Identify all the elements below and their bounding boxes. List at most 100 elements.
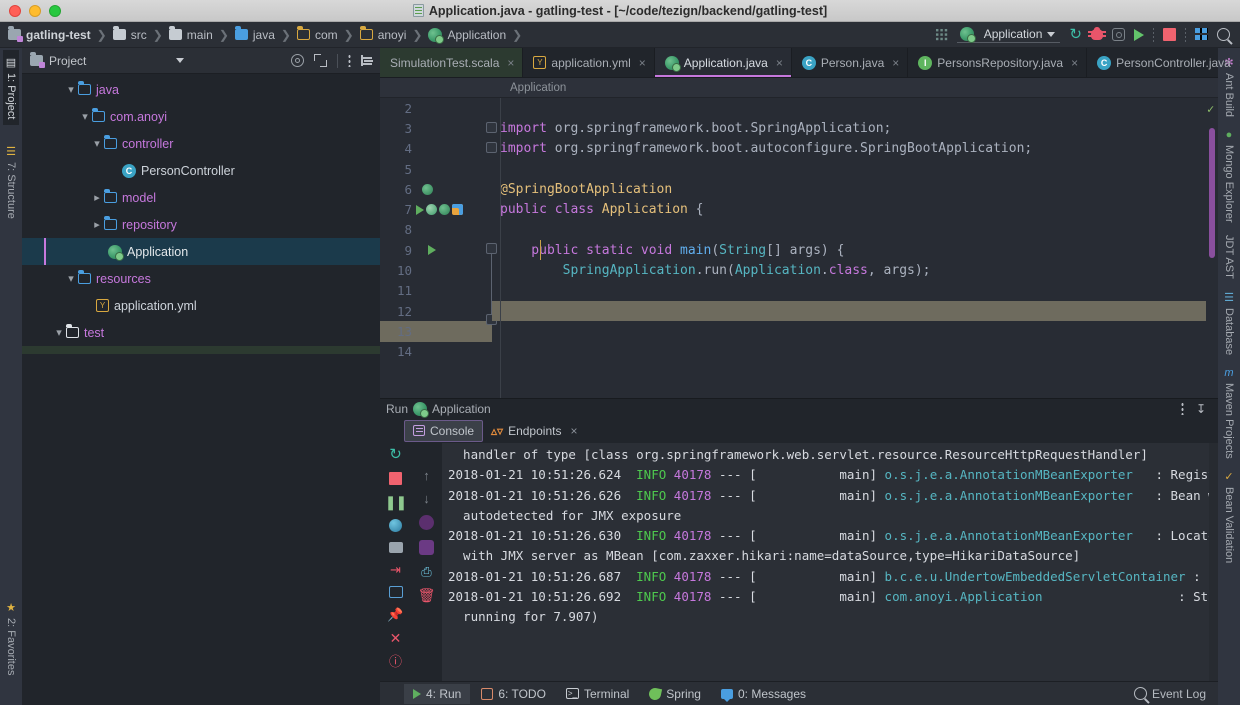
tree-item-test[interactable]: ▾ test: [22, 319, 380, 346]
sidebar-item-bean-validation[interactable]: ✓ Bean Validation: [1221, 464, 1237, 569]
tree-item-com-anoyi[interactable]: ▾ com.anoyi: [22, 103, 380, 130]
sidebar-item-project[interactable]: ▤ 1: Project: [3, 50, 19, 125]
chevron-down-icon[interactable]: ▾: [64, 272, 78, 285]
close-window-button[interactable]: [9, 5, 21, 17]
close-icon[interactable]: ×: [892, 56, 899, 70]
layout-settings-icon[interactable]: [389, 586, 403, 598]
run-gutter-icon[interactable]: [428, 245, 436, 255]
breadcrumb-application[interactable]: Application ❯: [428, 28, 528, 42]
breadcrumb-src[interactable]: src ❯: [113, 28, 169, 42]
scroll-from-source-icon[interactable]: [291, 54, 304, 67]
search-icon[interactable]: [1217, 28, 1230, 41]
sidebar-item-structure[interactable]: ☰ 7: Structure: [3, 139, 19, 225]
chevron-down-icon[interactable]: ▾: [78, 110, 92, 123]
breadcrumb-java[interactable]: java ❯: [235, 28, 297, 42]
breadcrumb-gatling-test[interactable]: gatling-test ❯: [8, 28, 113, 42]
print-icon[interactable]: ⎙: [421, 565, 431, 578]
breadcrumb-anoyi[interactable]: anoyi ❯: [360, 28, 429, 42]
bean-dependency-gutter-icon[interactable]: [452, 204, 463, 215]
tab-spring[interactable]: Spring: [640, 684, 710, 704]
close-icon[interactable]: ×: [507, 56, 514, 70]
console-output[interactable]: handler of type [class org.springframewo…: [442, 443, 1218, 681]
tab-application-java[interactable]: Application.java ×: [655, 48, 792, 77]
chevron-down-icon[interactable]: ▾: [90, 137, 104, 150]
stop-icon[interactable]: [1163, 28, 1176, 41]
tree-item-person-controller[interactable]: ▾ C PersonController: [22, 157, 380, 184]
sidebar-item-database[interactable]: ☰ Database: [1221, 285, 1237, 361]
maximize-window-button[interactable]: [49, 5, 61, 17]
pin-icon[interactable]: 📌: [387, 608, 403, 621]
scroll-down-icon[interactable]: ↓: [423, 492, 430, 505]
tree-item-repository[interactable]: ▸ repository: [22, 211, 380, 238]
debug-icon[interactable]: [1091, 29, 1103, 40]
tab-simulationtest-scala[interactable]: SimulationTest.scala ×: [380, 48, 523, 77]
run-configuration-selector[interactable]: Application: [957, 26, 1061, 43]
code-editor[interactable]: 2 3 4 5 6 7 8 9 10 11 12 13 14: [380, 98, 1218, 398]
tree-item-model[interactable]: ▸ model: [22, 184, 380, 211]
minimize-window-button[interactable]: [29, 5, 41, 17]
breadcrumb-main[interactable]: main ❯: [169, 28, 235, 42]
tab-terminal[interactable]: >_ Terminal: [557, 684, 638, 704]
tab-personsrepository-java[interactable]: I PersonsRepository.java ×: [908, 48, 1087, 77]
window-controls[interactable]: [0, 5, 61, 17]
tab-personcontroller-java[interactable]: C PersonController.java ×: [1087, 48, 1240, 77]
sidebar-item-jdt-ast[interactable]: JDT AST: [1221, 229, 1237, 285]
options-menu-icon[interactable]: [348, 54, 351, 67]
chevron-down-icon[interactable]: ▾: [64, 83, 78, 96]
help-icon[interactable]: ⓘ: [389, 655, 402, 668]
tab-messages[interactable]: 0: Messages: [712, 684, 815, 704]
sidebar-item-maven-projects[interactable]: m Maven Projects: [1221, 361, 1237, 465]
tree-item-application-yml[interactable]: ▾ Y application.yml: [22, 292, 380, 319]
editor-scrollbar[interactable]: ✓: [1206, 98, 1218, 398]
soft-wrap-icon[interactable]: [419, 515, 434, 530]
sidebar-item-favorites[interactable]: ★ 2: Favorites: [3, 595, 19, 681]
close-icon[interactable]: ×: [1071, 56, 1078, 70]
chevron-right-icon[interactable]: ▸: [90, 191, 104, 204]
hide-panel-icon[interactable]: [361, 55, 374, 66]
project-tree[interactable]: ▾ java ▾ com.anoyi ▾ controller: [22, 74, 380, 705]
tab-endpoints[interactable]: ▵▿ Endpoints ×: [483, 421, 585, 441]
collapse-all-icon[interactable]: [314, 54, 327, 67]
chevron-down-icon[interactable]: ▾: [52, 326, 66, 339]
pause-icon[interactable]: ❚❚: [385, 495, 406, 509]
console-scrollbar[interactable]: [1209, 443, 1218, 681]
clear-all-icon[interactable]: 🗑: [418, 588, 436, 602]
chevron-down-icon[interactable]: [176, 58, 184, 63]
rerun-icon[interactable]: ↻: [1069, 27, 1082, 42]
tab-console[interactable]: Console: [404, 420, 483, 442]
coverage-icon[interactable]: [1112, 28, 1125, 41]
spring-bean-gutter-icon[interactable]: [426, 204, 437, 215]
editor-gutter[interactable]: 2 3 4 5 6 7 8 9 10 11 12 13 14: [380, 98, 492, 398]
spring-bean-gutter-icon[interactable]: [422, 184, 433, 195]
breadcrumb-com[interactable]: com ❯: [297, 28, 360, 42]
scroll-to-end-icon[interactable]: [419, 540, 434, 555]
tree-item-application[interactable]: ▾ Application: [22, 238, 380, 265]
tree-item-controller[interactable]: ▾ controller: [22, 130, 380, 157]
sidebar-item-mongo-explorer[interactable]: ● Mongo Explorer: [1221, 123, 1237, 229]
code-lines[interactable]: import org.springframework.boot.SpringAp…: [492, 98, 1206, 398]
rerun-icon[interactable]: ↻: [389, 447, 402, 462]
layout-icon[interactable]: [1195, 28, 1208, 41]
stop-icon[interactable]: [389, 472, 402, 485]
close-icon[interactable]: ×: [776, 56, 783, 70]
close-icon[interactable]: ×: [639, 56, 646, 70]
spring-config-gutter-icon[interactable]: [439, 204, 450, 215]
tab-application-yml[interactable]: Y application.yml ×: [523, 48, 654, 77]
scrollbar-thumb[interactable]: [1209, 128, 1215, 258]
open-browser-icon[interactable]: [389, 519, 402, 532]
tab-person-java[interactable]: C Person.java ×: [792, 48, 908, 77]
options-menu-icon[interactable]: [1181, 402, 1184, 415]
export-icon[interactable]: ⇥: [390, 563, 401, 576]
hide-panel-icon[interactable]: ↧: [1196, 402, 1206, 416]
camera-icon[interactable]: [389, 542, 403, 553]
tab-todo[interactable]: 6: TODO: [472, 684, 555, 704]
tree-item-resources[interactable]: ▾ resources: [22, 265, 380, 292]
run-icon[interactable]: [1134, 29, 1144, 41]
chevron-right-icon[interactable]: ▸: [90, 218, 104, 231]
close-icon[interactable]: ×: [570, 424, 577, 438]
run-gutter-icon[interactable]: [416, 205, 424, 215]
tab-run[interactable]: 4: Run: [404, 684, 470, 704]
scroll-up-icon[interactable]: ↑: [423, 469, 430, 482]
event-log-button[interactable]: Event Log: [1134, 687, 1218, 701]
close-icon[interactable]: ✕: [390, 631, 402, 645]
